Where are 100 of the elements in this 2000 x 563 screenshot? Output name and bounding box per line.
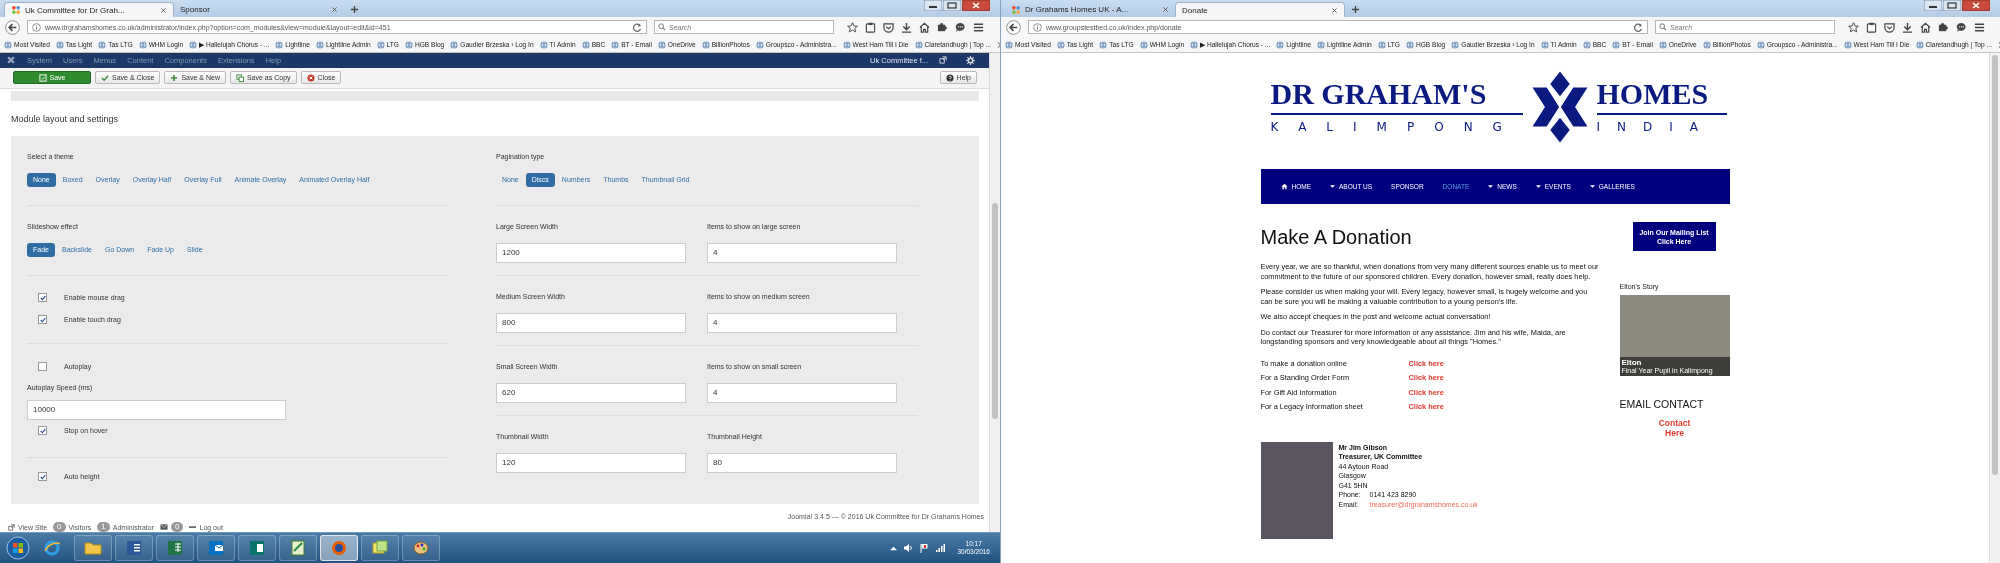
logo-subtitle: KALIMPONG	[1270, 119, 1523, 135]
browser-tab[interactable]: Dr Grahams Homes UK - A...	[1005, 2, 1175, 17]
notepad-icon	[289, 539, 307, 557]
menu-icon[interactable]	[973, 21, 984, 33]
browser-tab[interactable]: Sponsor	[174, 2, 344, 17]
browser-tab[interactable]: Donate	[1175, 2, 1345, 17]
back-icon[interactable]	[1006, 19, 1021, 35]
text-input[interactable]: 120	[496, 452, 686, 473]
globe-icon	[581, 40, 590, 49]
text-input[interactable]: 4	[707, 312, 897, 333]
chat-icon[interactable]	[955, 21, 966, 33]
document-icon	[248, 539, 266, 557]
taskbar-button[interactable]	[197, 535, 235, 561]
minimize-icon[interactable]	[924, 0, 942, 11]
text-input[interactable]: 10000	[27, 399, 286, 420]
reload-icon[interactable]	[632, 22, 642, 32]
document-icon	[125, 539, 143, 557]
chat-icon[interactable]	[1956, 21, 1967, 33]
minimize-icon[interactable]	[1924, 0, 1942, 11]
clipboard-icon[interactable]	[865, 21, 876, 33]
home-icon[interactable]	[1920, 21, 1931, 33]
home-icon[interactable]	[919, 21, 930, 33]
taskbar-button[interactable]	[115, 535, 153, 561]
globe-icon	[611, 40, 620, 49]
checkbox[interactable]	[38, 472, 47, 482]
globe-icon	[55, 40, 64, 49]
logo-text: DR GRAHAM'S	[1270, 77, 1488, 111]
text-input[interactable]: 4	[707, 242, 897, 263]
caret-icon[interactable]	[890, 545, 898, 551]
puzzle-icon[interactable]	[937, 21, 948, 33]
globe-icon	[914, 40, 923, 49]
check-icon	[101, 73, 109, 82]
globe-icon	[657, 40, 666, 49]
scrollbar[interactable]	[989, 53, 1000, 533]
scrollbar-thumb[interactable]	[992, 203, 998, 419]
back-icon[interactable]	[5, 19, 20, 35]
info-icon[interactable]	[1033, 22, 1042, 32]
contact-link[interactable]: Contact Here	[1619, 418, 1730, 438]
browser-tab[interactable]: Uk Committee for Dr Grah...	[4, 2, 174, 17]
close-icon[interactable]	[1962, 0, 1990, 11]
checkbox[interactable]	[38, 362, 47, 372]
check-icon	[39, 294, 46, 301]
settings-icon[interactable]	[966, 56, 975, 65]
pocket-icon[interactable]	[1884, 21, 1895, 33]
maximize-icon[interactable]	[1943, 0, 1961, 11]
taskbar-button[interactable]	[361, 535, 399, 561]
puzzle-icon[interactable]	[1938, 21, 1949, 33]
download-icon[interactable]	[901, 21, 912, 33]
taskbar-button[interactable]	[402, 535, 440, 561]
globe-icon	[842, 40, 851, 49]
close-icon[interactable]	[160, 6, 167, 14]
close-icon[interactable]	[962, 0, 990, 11]
taskbar-button[interactable]	[320, 535, 358, 561]
mail-icon	[160, 523, 169, 532]
info-icon[interactable]	[32, 22, 41, 32]
clipboard-icon[interactable]	[1866, 21, 1877, 33]
reload-icon[interactable]	[1633, 22, 1643, 32]
scrollbar-thumb[interactable]	[1992, 55, 1998, 475]
check-icon	[39, 316, 46, 323]
checkbox[interactable]	[38, 426, 47, 436]
close-icon[interactable]	[1331, 6, 1338, 14]
count-badge: 0	[53, 522, 66, 533]
globe-icon	[4, 40, 12, 49]
scrollbar[interactable]	[1989, 53, 2000, 563]
count-badge: 1	[97, 522, 110, 533]
external-link-icon[interactable]	[939, 56, 947, 65]
pocket-icon[interactable]	[883, 21, 894, 33]
speaker-icon[interactable]	[903, 543, 914, 553]
close-icon[interactable]	[1162, 6, 1169, 13]
text-input[interactable]: 80	[707, 452, 897, 473]
globe-icon	[1276, 40, 1285, 49]
flag-icon[interactable]	[919, 543, 930, 553]
globe-icon	[275, 40, 284, 49]
text-input[interactable]: 800	[496, 312, 686, 333]
taskbar-button[interactable]	[238, 535, 276, 561]
plus-icon[interactable]	[350, 5, 359, 14]
signal-icon[interactable]	[935, 543, 946, 553]
checkbox[interactable]	[38, 315, 47, 325]
taskbar-button[interactable]	[74, 535, 112, 561]
check-icon	[39, 473, 46, 480]
globe-icon	[189, 40, 198, 49]
star-icon[interactable]	[847, 21, 858, 33]
text-input[interactable]: 620	[496, 382, 686, 403]
maximize-icon[interactable]	[943, 0, 961, 11]
checkbox[interactable]	[38, 293, 47, 303]
menu-icon[interactable]	[1974, 21, 1985, 33]
start-button-icon[interactable]	[6, 536, 30, 560]
globe-icon	[1702, 40, 1711, 49]
taskbar-button[interactable]	[279, 535, 317, 561]
globe-icon	[1405, 40, 1414, 49]
globe-icon	[1316, 40, 1325, 49]
browser-icon	[43, 539, 61, 557]
close-icon[interactable]	[331, 6, 338, 13]
globe-icon	[1612, 40, 1621, 49]
plus-icon[interactable]	[1351, 5, 1360, 14]
text-input[interactable]: 4	[707, 382, 897, 403]
taskbar-button[interactable]	[156, 535, 194, 561]
text-input[interactable]: 1200	[496, 242, 686, 263]
download-icon[interactable]	[1902, 21, 1913, 33]
star-icon[interactable]	[1848, 21, 1859, 33]
